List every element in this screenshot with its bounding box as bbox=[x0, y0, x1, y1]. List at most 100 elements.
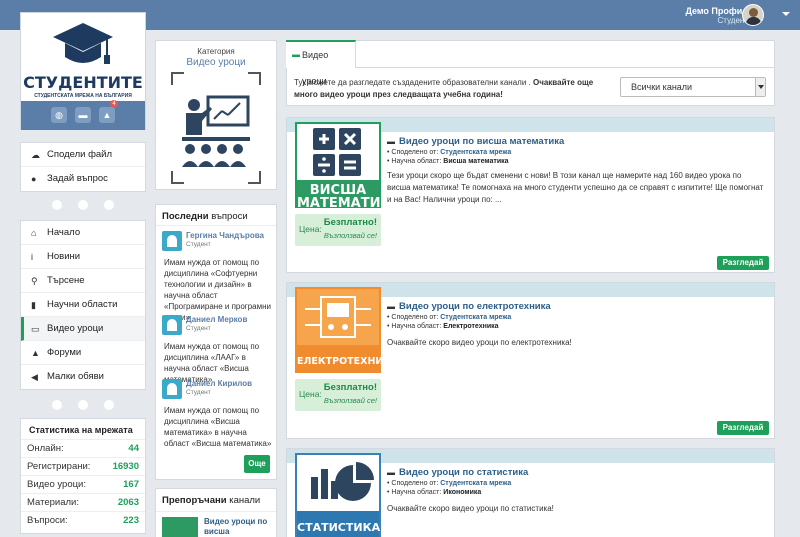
megaphone-icon: ◀ bbox=[31, 372, 38, 382]
area-value: Висша математика bbox=[443, 158, 509, 165]
circuit-board-icon bbox=[297, 289, 379, 345]
avatar[interactable] bbox=[742, 4, 764, 26]
nav-item-news[interactable]: i Новини bbox=[21, 245, 145, 269]
nav-item-label: Начало bbox=[47, 227, 81, 238]
price-box: Цена: Безплатно! Възползвай се! bbox=[295, 379, 381, 411]
meta-label: • Научна област: bbox=[387, 323, 444, 330]
nav-item-forums[interactable]: ▲ Форуми bbox=[21, 341, 145, 365]
info-icon: i bbox=[31, 252, 33, 262]
nav-item-label: Търсене bbox=[47, 275, 85, 286]
channel-thumbnail[interactable]: ВИСША МАТЕМАТИКА bbox=[295, 122, 402, 211]
view-channel-button[interactable]: Разгледай bbox=[717, 421, 769, 435]
nav-item-label: Новини bbox=[47, 251, 81, 262]
select-value: Всички канали bbox=[631, 82, 693, 92]
channel-title-text[interactable]: Видео уроци по статистика bbox=[399, 467, 528, 478]
channel-area: • Научна област: Електротехника bbox=[387, 323, 499, 330]
user-name[interactable]: Демо Профил bbox=[685, 6, 748, 16]
channel-description: Очаквайте скоро видео уроци по електроте… bbox=[387, 338, 572, 347]
channel-card: ВИСША МАТЕМАТИКА Цена: Безплатно! Възпол… bbox=[286, 117, 775, 273]
channel-filter-select[interactable]: Всички канали bbox=[620, 77, 766, 97]
channel-thumbnail[interactable]: СТАТИСТИКА bbox=[295, 453, 381, 537]
channel-card: СТАТИСТИКА ▬ Видео уроци по статистика • … bbox=[286, 448, 775, 537]
price-note: Възползвай се! bbox=[323, 231, 377, 240]
channel-title[interactable]: ▬ Видео уроци по статистика bbox=[387, 467, 528, 478]
stat-label: Онлайн: bbox=[27, 443, 64, 454]
price-box: Цена: Безплатно! Възползвай се! bbox=[295, 214, 381, 246]
share-file-link[interactable]: ☁ Сподели файл bbox=[21, 143, 145, 167]
meta-label: • Споделено от: bbox=[387, 480, 441, 487]
stat-row: Регистрирани: 16930 bbox=[21, 457, 145, 475]
latest-questions-panel: Последни въпроси Гергина Чандърова Студе… bbox=[155, 204, 277, 480]
channel-shared-by: • Споделено от: Студентската мрежа bbox=[387, 149, 511, 156]
price-label: Цена: bbox=[299, 389, 322, 399]
view-channel-button[interactable]: Разгледай bbox=[717, 256, 769, 270]
recommended-channel-link[interactable]: Видео уроци по висша математика bbox=[204, 517, 274, 537]
channel-shared-by: • Споделено от: Студентската мрежа bbox=[387, 314, 511, 321]
channel-title-text[interactable]: Видео уроци по електротехника bbox=[399, 301, 551, 312]
channel-card: ЕЛЕКТРОТЕХНИКА Цена: Безплатно! Възползв… bbox=[286, 282, 775, 439]
question-author-role: Студент bbox=[186, 241, 211, 248]
stat-label: Регистрирани: bbox=[27, 461, 91, 472]
question-text: Имам нужда от помощ по дисциплина «Висша… bbox=[164, 406, 272, 448]
question-author[interactable]: Даниел Мерков bbox=[186, 315, 247, 324]
message-icon[interactable]: ▬ bbox=[75, 107, 91, 123]
price-value: Безплатно! bbox=[323, 217, 377, 228]
channel-title[interactable]: ▬ Видео уроци по електротехника bbox=[387, 301, 551, 312]
globe-icon[interactable]: ◍ bbox=[51, 107, 67, 123]
more-questions-button[interactable]: Още bbox=[244, 455, 270, 473]
nav-item-label: Форуми bbox=[47, 347, 82, 358]
area-value: Икономика bbox=[443, 489, 482, 496]
share-file-label: Сподели файл bbox=[47, 149, 113, 160]
channel-shared-by: • Споделено от: Студентската мрежа bbox=[387, 480, 511, 487]
nav-item-science-areas[interactable]: ▮ Научни области bbox=[21, 293, 145, 317]
channel-thumbnail[interactable]: ЕЛЕКТРОТЕХНИКА bbox=[295, 287, 399, 373]
stat-row: Материали: 2063 bbox=[21, 493, 145, 511]
channel-area: • Научна област: Висша математика bbox=[387, 158, 509, 165]
actions-panel: ☁ Сподели файл ● Задай въпрос bbox=[20, 142, 146, 192]
notification-badge: 4 bbox=[110, 100, 118, 108]
recommended-title-rest: канали bbox=[226, 495, 261, 506]
home-icon: ⌂ bbox=[31, 228, 37, 238]
question-author[interactable]: Даниел Кирилов bbox=[186, 379, 252, 388]
questions-title-bold: Последни bbox=[162, 211, 209, 222]
nav-item-home[interactable]: ⌂ Начало bbox=[21, 221, 145, 245]
shared-by-link[interactable]: Студентската мрежа bbox=[440, 149, 511, 156]
tab-video-lessons[interactable]: ▬ Видео уроци bbox=[286, 40, 356, 86]
profile-menu[interactable]: Демо Профил Студент bbox=[685, 6, 748, 26]
chevron-down-icon[interactable] bbox=[782, 12, 790, 16]
divider-dots bbox=[20, 200, 146, 212]
monitor-icon: ▬ bbox=[387, 302, 395, 311]
logo[interactable]: СТУДЕНТИТЕ СТУДЕНТСКАТА МРЕЖА НА БЪЛГАРИ… bbox=[21, 13, 145, 99]
stat-row: Онлайн: 44 bbox=[21, 439, 145, 457]
nav-item-label: Малки обяви bbox=[47, 371, 104, 382]
ask-question-link[interactable]: ● Задай въпрос bbox=[21, 167, 145, 191]
question-author-role: Студент bbox=[186, 389, 211, 396]
select-arrow-icon[interactable] bbox=[755, 78, 765, 96]
nav-item-classifieds[interactable]: ◀ Малки обяви bbox=[21, 365, 145, 389]
pie-chart-icon bbox=[297, 455, 379, 511]
thumbnail-label: ЕЛЕКТРОТЕХНИКА bbox=[297, 356, 399, 367]
channel-title-text[interactable]: Видео уроци по висша математика bbox=[399, 136, 564, 147]
price-value: Безплатно! bbox=[323, 382, 377, 393]
shared-by-link[interactable]: Студентската мрежа bbox=[440, 480, 511, 487]
channel-description: Тези уроци скоро ще бъдат сменени с нови… bbox=[387, 171, 764, 204]
shared-by-link[interactable]: Студентската мрежа bbox=[440, 314, 511, 321]
thumbnail-label: СТАТИСТИКА bbox=[297, 521, 381, 534]
math-channel-thumbnail[interactable] bbox=[162, 517, 198, 537]
question-text: Имам нужда от помощ по дисциплина «Софту… bbox=[164, 258, 271, 322]
chart-icon: ▮ bbox=[31, 300, 36, 310]
recommended-title: Препоръчани канали bbox=[162, 495, 260, 506]
channel-title[interactable]: ▬ Видео уроци по висша математика bbox=[387, 136, 564, 147]
stat-value: 167 bbox=[123, 479, 139, 490]
math-symbols-icon bbox=[297, 124, 379, 180]
graduation-cap-icon bbox=[53, 23, 113, 64]
question-author[interactable]: Гергина Чандърова bbox=[186, 231, 264, 240]
user-avatar-icon bbox=[162, 315, 182, 335]
nav-item-video-lessons[interactable]: ▭ Видео уроци bbox=[21, 317, 145, 341]
main-nav: ⌂ Начало i Новини ⚲ Търсене ▮ Научни области… bbox=[20, 220, 146, 390]
bell-icon[interactable]: ▲ bbox=[99, 107, 115, 123]
nav-item-search[interactable]: ⚲ Търсене bbox=[21, 269, 145, 293]
stat-row: Видео уроци: 167 bbox=[21, 475, 145, 493]
recommended-channels-panel: Препоръчани канали Видео уроци по висша … bbox=[155, 488, 277, 537]
thumbnail-label: ВИСША МАТЕМАТИКА bbox=[297, 183, 402, 211]
